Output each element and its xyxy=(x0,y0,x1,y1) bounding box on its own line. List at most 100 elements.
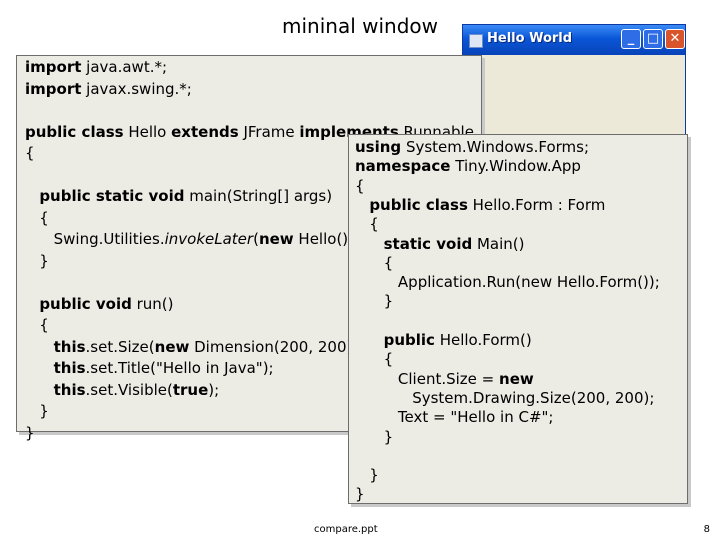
csharp-code-line: namespace Tiny.Window.App xyxy=(355,156,581,176)
java-code-line: import javax.swing.*; xyxy=(25,79,192,99)
code-token: { xyxy=(355,215,379,234)
code-keyword: import xyxy=(25,58,82,76)
code-token: Hello.Form : Form xyxy=(467,195,606,214)
code-token: Hello.Form() xyxy=(434,331,532,349)
code-token: main(String[] args) xyxy=(184,187,333,205)
code-keyword: this xyxy=(53,337,86,356)
code-keyword: public xyxy=(383,331,435,349)
java-code-line: this.set.Visible(true); xyxy=(25,380,220,400)
minimize-button[interactable]: _ xyxy=(621,29,641,49)
csharp-code-line: System.Drawing.Size(200, 200); xyxy=(355,388,654,408)
csharp-code-line: { xyxy=(355,214,379,234)
code-keyword: new xyxy=(154,337,190,356)
code-token: JFrame xyxy=(238,122,300,141)
csharp-code-line: public class Hello.Form : Form xyxy=(355,195,605,215)
java-code-line: } xyxy=(25,251,49,271)
code-token: ); xyxy=(208,380,220,399)
code-token: java.awt.*; xyxy=(81,58,168,76)
code-keyword: namespace xyxy=(355,157,451,176)
code-keyword: public void xyxy=(39,294,132,313)
window-title: Hello World xyxy=(487,31,573,46)
maximize-button[interactable]: □ xyxy=(643,29,663,49)
csharp-code-line: Client.Size = new xyxy=(355,369,534,389)
code-token: { xyxy=(355,253,394,272)
code-token: Swing.Utilities. xyxy=(25,230,165,248)
code-token: Main() xyxy=(472,234,525,253)
window-titlebar[interactable]: Hello World _ □ ✕ xyxy=(463,25,685,55)
csharp-code-line: { xyxy=(355,253,394,273)
code-token: { xyxy=(25,144,35,162)
close-button[interactable]: ✕ xyxy=(665,29,685,49)
java-code-line: public static void main(String[] args) xyxy=(25,186,332,206)
java-code-line: { xyxy=(25,143,35,163)
footer-filename: compare.ppt xyxy=(314,524,378,535)
csharp-code-line: } xyxy=(355,465,379,485)
code-token: { xyxy=(355,350,394,369)
csharp-code-line: { xyxy=(355,176,365,196)
code-token: invokeLater xyxy=(164,230,254,248)
code-token: } xyxy=(355,292,394,311)
code-keyword: public class xyxy=(25,122,124,141)
java-code-line: Swing.Utilities.invokeLater(new Hello())… xyxy=(25,229,359,249)
page-number: 8 xyxy=(703,524,710,535)
java-code-line: { xyxy=(25,208,49,228)
csharp-code-line: } xyxy=(355,427,394,447)
csharp-code-line: Application.Run(new Hello.Form()); xyxy=(355,272,660,292)
code-keyword: this xyxy=(53,380,86,399)
code-keyword: public static void xyxy=(39,187,185,205)
java-code-line: { xyxy=(25,315,49,335)
java-code-line: } xyxy=(25,401,49,421)
csharp-code-line: static void Main() xyxy=(355,234,525,254)
code-token: } xyxy=(25,423,35,442)
java-code-line: public void run() xyxy=(25,294,173,314)
code-token: Dimension(200, 200)); xyxy=(189,337,364,356)
code-token: { xyxy=(25,208,49,227)
code-token: } xyxy=(355,466,379,485)
code-token: Text = "Hello in C#"; xyxy=(355,408,554,427)
code-keyword: new xyxy=(499,369,534,388)
code-keyword: this xyxy=(53,359,86,377)
code-token: } xyxy=(25,402,49,420)
code-keyword: public class xyxy=(369,195,468,214)
java-code-line: this.set.Size(new Dimension(200, 200)); xyxy=(25,337,364,357)
code-token: } xyxy=(25,251,49,270)
java-code-line: import java.awt.*; xyxy=(25,57,167,77)
csharp-code-line: } xyxy=(355,484,365,504)
code-keyword: import xyxy=(25,79,82,98)
csharp-code-line: using System.Windows.Forms; xyxy=(355,137,589,157)
app-icon xyxy=(469,34,483,48)
java-code-line: } xyxy=(25,423,35,443)
csharp-code-panel: using System.Windows.Forms; namespace Tin… xyxy=(348,134,688,504)
java-code-line: this.set.Title("Hello in Java"); xyxy=(25,358,274,378)
code-token: Client.Size = xyxy=(355,369,500,388)
code-token: .set.Title("Hello in Java"); xyxy=(85,359,274,377)
csharp-code-line: Text = "Hello in C#"; xyxy=(355,407,554,427)
csharp-code-line: { xyxy=(355,349,394,369)
code-keyword: true xyxy=(172,380,209,399)
code-token: .set.Visible( xyxy=(85,380,173,399)
code-keyword: extends xyxy=(171,122,239,141)
code-token: javax.swing.*; xyxy=(81,79,192,98)
code-token: } xyxy=(355,427,394,446)
code-token: } xyxy=(355,485,365,504)
code-token: System.Drawing.Size(200, 200); xyxy=(355,388,655,407)
code-token: .set.Size( xyxy=(85,337,155,356)
code-token: Application.Run(new Hello.Form()); xyxy=(355,273,660,292)
csharp-code-line: public Hello.Form() xyxy=(355,330,532,350)
code-token: { xyxy=(355,176,365,195)
csharp-code-line: } xyxy=(355,291,394,311)
code-token: System.Windows.Forms; xyxy=(401,138,590,156)
code-keyword: static void xyxy=(383,234,473,253)
code-token: run() xyxy=(131,294,174,313)
code-keyword: using xyxy=(355,138,402,156)
code-keyword: new xyxy=(258,230,294,248)
code-token: Hello xyxy=(123,122,172,141)
code-token: { xyxy=(25,316,49,334)
